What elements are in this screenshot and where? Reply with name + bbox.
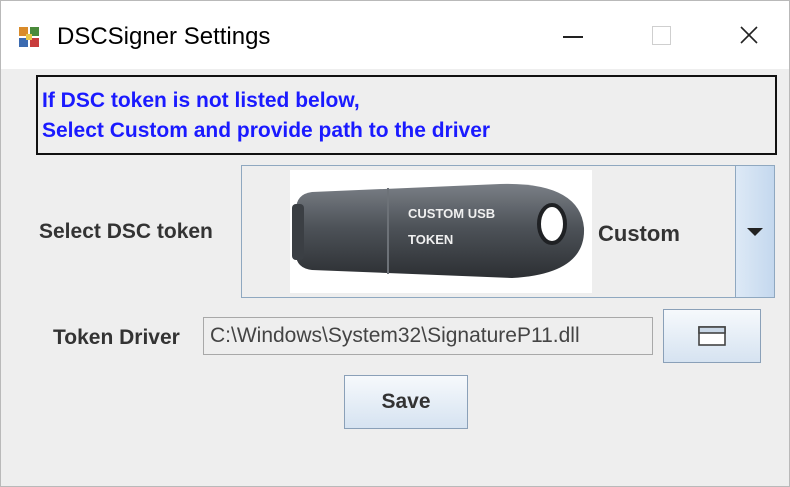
info-message-box: If DSC token is not listed below, Select… (36, 75, 777, 155)
triangle-down-icon (747, 227, 763, 236)
info-line-1: If DSC token is not listed below, (42, 89, 360, 112)
token-driver-path-field[interactable] (203, 317, 653, 355)
window-title: DSCSigner Settings (57, 23, 271, 50)
settings-content: If DSC token is not listed below, Select… (1, 69, 789, 486)
settings-window: DSCSigner Settings If DSC token is not l… (0, 0, 790, 487)
select-token-label: Select DSC token (39, 220, 213, 243)
save-button[interactable]: Save (344, 375, 468, 429)
info-line-2: Select Custom and provide path to the dr… (42, 119, 491, 142)
usb-token-image: CUSTOM USB TOKEN (290, 170, 592, 293)
maximize-button[interactable] (621, 1, 701, 69)
close-button[interactable] (709, 1, 789, 69)
title-bar[interactable]: DSCSigner Settings (1, 1, 789, 69)
token-select-value: Custom (598, 221, 680, 246)
token-select-combobox[interactable]: CUSTOM USB TOKEN Custom (241, 165, 775, 298)
token-image-text-2: TOKEN (408, 232, 453, 247)
browse-driver-button[interactable] (663, 309, 761, 363)
folder-window-icon (698, 326, 726, 346)
close-icon (740, 26, 758, 44)
token-driver-label: Token Driver (53, 326, 180, 349)
puzzle-cube-icon (19, 27, 39, 47)
minimize-button[interactable] (533, 1, 613, 69)
token-dropdown-arrow-button[interactable] (735, 166, 774, 297)
token-image-text-1: CUSTOM USB (408, 206, 495, 221)
minimize-icon (563, 36, 583, 38)
maximize-icon (651, 25, 671, 45)
